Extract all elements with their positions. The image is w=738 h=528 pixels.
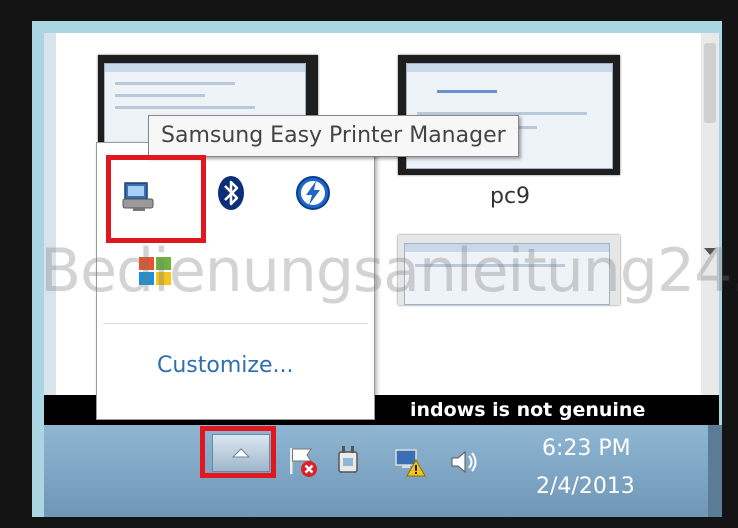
thumbnail-line (115, 94, 205, 97)
panel-divider (103, 323, 368, 324)
thumbnail-line (437, 90, 497, 93)
action-center-flag-error-icon[interactable] (285, 444, 325, 484)
show-hidden-highlight (200, 426, 276, 478)
volume-icon[interactable] (446, 444, 486, 484)
thumbnail-line (115, 106, 255, 109)
thumbnail-titlebar (407, 64, 612, 72)
thumbnail-titlebar (105, 64, 305, 72)
genuine-notice-text: indows is not genuine (410, 399, 646, 421)
printer-icon-highlight (106, 155, 206, 243)
show-desktop-button[interactable] (708, 425, 722, 517)
scrollbar-thumb[interactable] (704, 43, 716, 123)
thumbnail-line (115, 82, 235, 85)
clock-time[interactable]: 6:23 PM (542, 436, 631, 461)
power-plug-icon[interactable] (330, 442, 370, 482)
network-warning-icon[interactable] (392, 444, 432, 484)
scrollbar[interactable] (701, 33, 719, 426)
watermark: Bedienungsanleitung24.de (40, 236, 738, 306)
tooltip: Samsung Easy Printer Manager (148, 115, 519, 157)
thumbnail-label: pc9 (490, 184, 531, 209)
left-strip (44, 33, 56, 426)
customize-link[interactable]: Customize... (157, 353, 293, 378)
clock-date[interactable]: 2/4/2013 (536, 474, 635, 499)
intel-rapid-storage-icon[interactable] (293, 173, 333, 213)
bluetooth-icon[interactable] (211, 173, 251, 213)
